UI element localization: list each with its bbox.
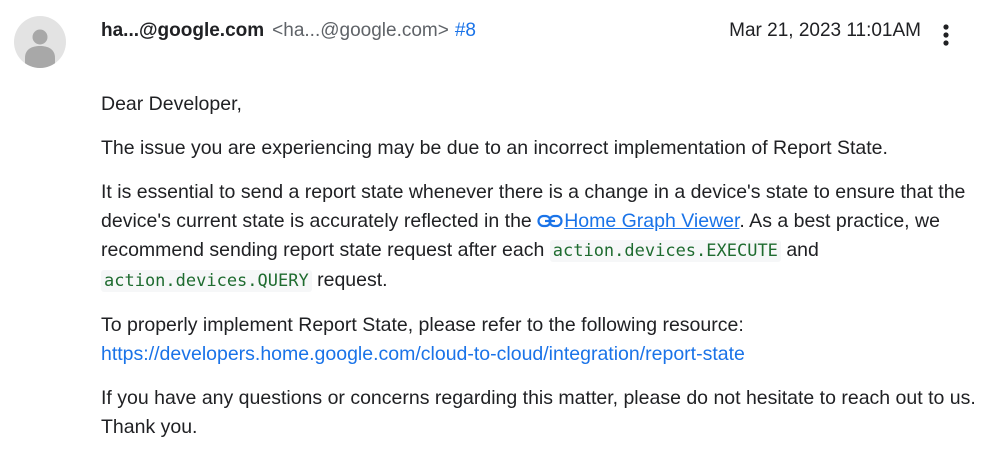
more-options-button[interactable] <box>932 20 960 50</box>
paragraph-2-text-3: and <box>780 239 819 261</box>
more-vert-icon <box>943 24 949 46</box>
paragraph-3: To properly implement Report State, plea… <box>101 311 981 369</box>
comment-date: Mar 21, 2023 11:01AM <box>729 20 921 41</box>
paragraph-2: It is essential to send a report state w… <box>101 178 981 296</box>
sender-name: ha...@google.com <box>101 20 265 41</box>
comment-header: ha...@google.com <ha...@google.com> #8 <box>101 20 476 48</box>
link-icon <box>537 214 563 228</box>
avatar <box>14 16 66 68</box>
comment-number-link[interactable]: #8 <box>455 20 476 42</box>
home-graph-viewer-link[interactable]: Home Graph Viewer <box>564 210 739 232</box>
paragraph-3-text: To properly implement Report State, plea… <box>101 314 744 336</box>
code-execute: action.devices.EXECUTE <box>549 240 781 262</box>
paragraph-4: If you have any questions or concerns re… <box>101 387 976 438</box>
code-query: action.devices.QUERY <box>101 270 312 292</box>
comment-body: Dear Developer, The issue you are experi… <box>101 90 981 457</box>
paragraph-1: The issue you are experiencing may be du… <box>101 137 888 159</box>
paragraph-2-text-4: request. <box>311 269 388 291</box>
person-icon <box>25 29 55 68</box>
report-state-doc-link[interactable]: https://developers.home.google.com/cloud… <box>101 343 745 365</box>
sender-email: <ha...@google.com> <box>272 20 449 41</box>
greeting: Dear Developer, <box>101 93 242 115</box>
